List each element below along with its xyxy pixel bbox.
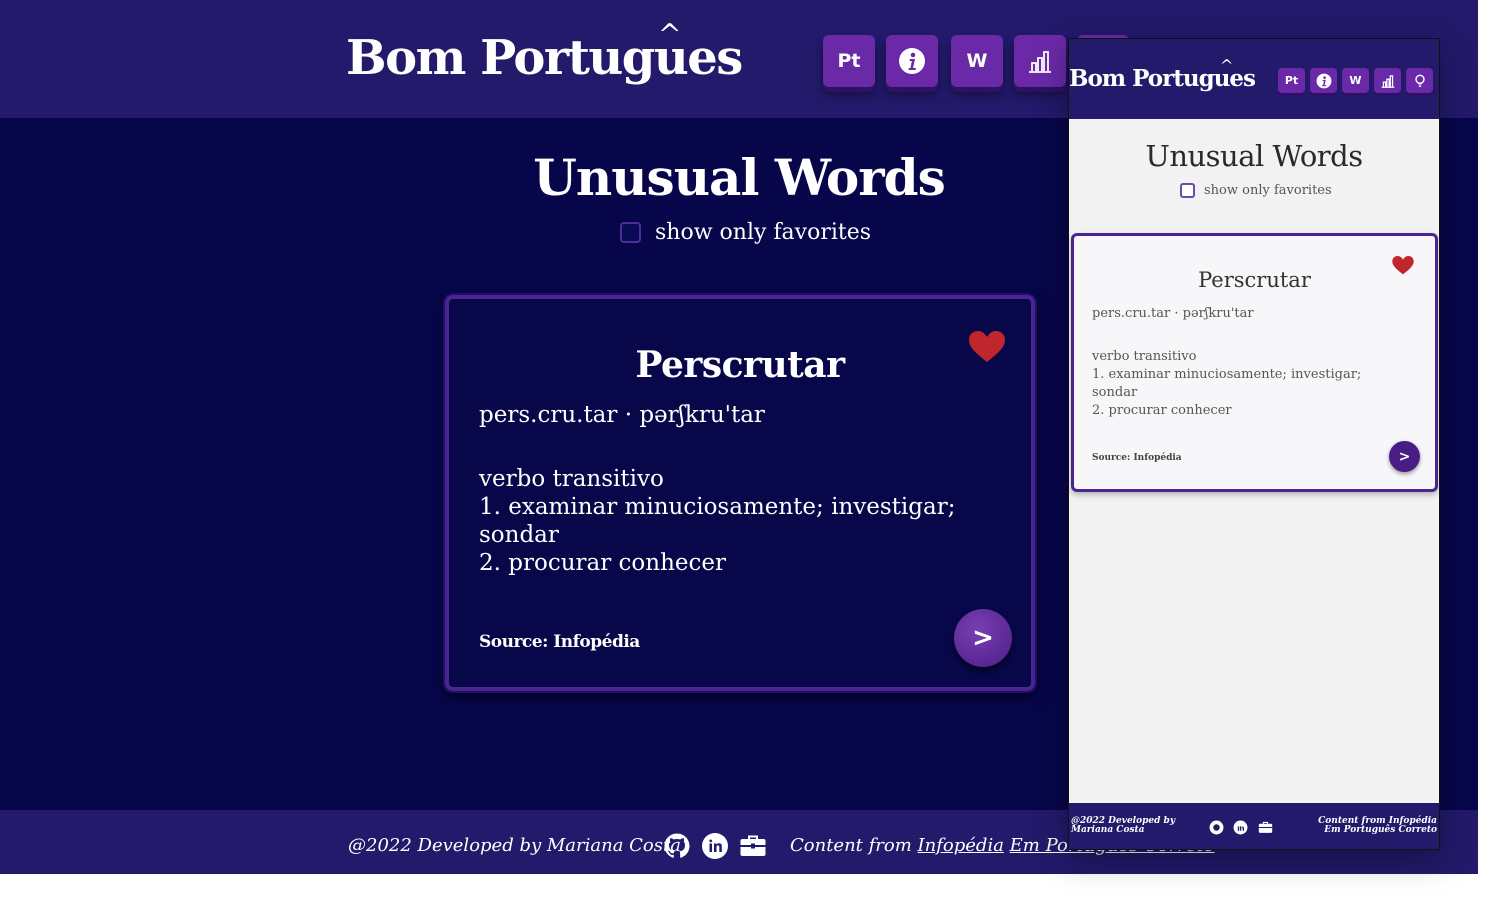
mobile-nav-button-stats[interactable] (1374, 68, 1401, 93)
mobile-header: Bom Portugues ^ Pt W (1069, 39, 1439, 119)
info-icon (899, 48, 925, 74)
mobile-nav-button-words[interactable]: W (1342, 68, 1369, 93)
github-icon[interactable] (1209, 820, 1224, 835)
mobile-nav-button-info[interactable] (1310, 68, 1337, 93)
linkedin-icon[interactable] (701, 832, 729, 860)
mobile-nav-button-tips[interactable] (1406, 68, 1433, 93)
w-text-icon: W (1349, 74, 1362, 87)
mobile-footer: @2022 Developed by Mariana Costa Content… (1069, 803, 1439, 849)
mobile-definition-2: 2. procurar conhecer (1092, 403, 1232, 418)
mobile-favorites-label: show only favorites (1204, 183, 1332, 198)
nav-button-words[interactable]: W (951, 35, 1003, 87)
mobile-logo-accent: ^ (1220, 56, 1233, 75)
pt-text-icon: Pt (1284, 74, 1299, 87)
github-icon[interactable] (663, 832, 691, 860)
mobile-footer-credit: @2022 Developed by Mariana Costa (1071, 816, 1176, 835)
mobile-favorites-filter[interactable]: show only favorites (1180, 183, 1332, 198)
definition-2: 2. procurar conhecer (479, 550, 726, 576)
w-text-icon: W (966, 50, 988, 72)
footer-content-prefix: Content from (790, 835, 912, 856)
mobile-favorites-checkbox[interactable] (1180, 183, 1195, 198)
footer-credit: @2022 Developed by Mariana Costa (348, 835, 681, 856)
mobile-nav-button-pt[interactable]: Pt (1278, 68, 1305, 93)
mobile-next-word-button[interactable]: > (1389, 441, 1420, 472)
logo-accent: ^ (658, 18, 681, 51)
nav-button-stats[interactable] (1014, 35, 1066, 87)
mobile-word-title: Perscrutar (1198, 268, 1311, 292)
word-grammar: verbo transitivo (479, 466, 664, 492)
definition-1: 1. examinar minuciosamente; investigar; … (479, 494, 956, 548)
mobile-preview: Bom Portugues ^ Pt W Unusual Words show … (1068, 38, 1440, 850)
word-title: Perscrutar (635, 344, 845, 386)
word-pronunciation: pers.cru.tar · pərʃkru'tar (479, 402, 765, 428)
linkedin-icon[interactable] (1233, 820, 1248, 835)
bar-chart-icon (1029, 51, 1051, 73)
mobile-word-grammar: verbo transitivo (1092, 349, 1197, 364)
briefcase-icon[interactable] (739, 832, 767, 860)
footer-link-infopedia[interactable]: Infopédia (918, 835, 1004, 856)
lightbulb-icon (1414, 74, 1425, 87)
word-source: Source: Infopédia (479, 632, 640, 652)
word-card: Perscrutar pers.cru.tar · pərʃkru'tar ve… (445, 295, 1035, 691)
mobile-footer-content: Content from Infopédia Em Português Corr… (1318, 816, 1437, 835)
nav-button-pt[interactable]: Pt (823, 35, 875, 87)
favorites-label: show only favorites (655, 219, 872, 245)
mobile-definition-1: 1. examinar minuciosamente; investigar; … (1092, 367, 1362, 400)
mobile-logo[interactable]: Bom Portugues ^ (1069, 56, 1256, 92)
word-definitions: verbo transitivo 1. examinar minuciosame… (479, 465, 979, 577)
mobile-word-definitions: verbo transitivo 1. examinar minuciosame… (1092, 348, 1392, 420)
mobile-word-card: Perscrutar pers.cru.tar · pərʃkru'tar ve… (1071, 233, 1438, 492)
site-logo[interactable]: Bom Portugues ^ (346, 18, 743, 86)
info-icon (1316, 73, 1331, 88)
logo-text: Bom Portugues (346, 30, 743, 86)
mobile-word-source: Source: Infopédia (1092, 453, 1182, 463)
next-word-button[interactable]: > (954, 609, 1012, 667)
favorites-filter[interactable]: show only favorites (620, 217, 871, 247)
briefcase-icon[interactable] (1258, 820, 1273, 835)
favorites-checkbox[interactable] (620, 221, 641, 243)
nav-button-info[interactable] (886, 35, 938, 87)
pt-text-icon: Pt (837, 50, 861, 72)
mobile-word-pronunciation: pers.cru.tar · pərʃkru'tar (1092, 306, 1254, 321)
mobile-page-title: Unusual Words (1145, 139, 1363, 173)
bar-chart-icon (1381, 74, 1394, 88)
